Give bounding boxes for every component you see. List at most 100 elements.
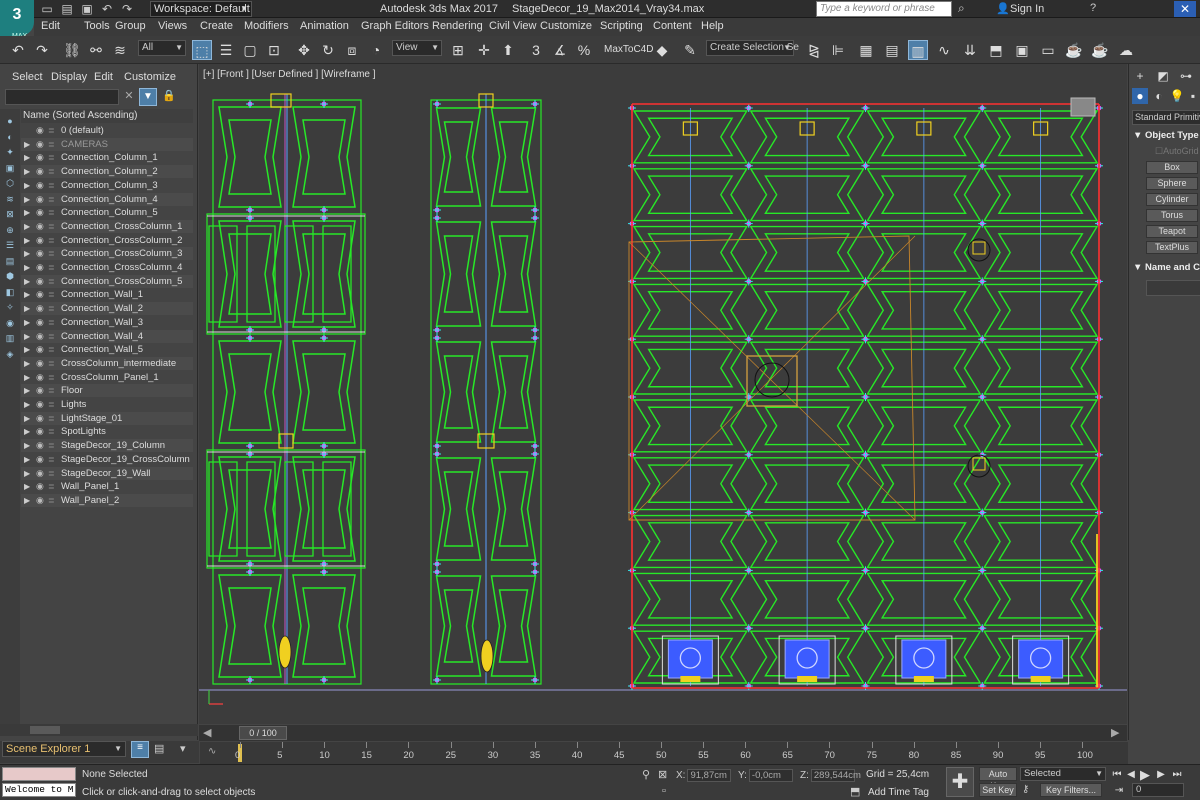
torus-button[interactable]: Torus	[1146, 209, 1198, 222]
layer-row[interactable]: ▶ ◉ ≣ Connection_CrossColumn_5	[21, 274, 193, 288]
visibility-eye-icon[interactable]: ◉	[36, 261, 44, 274]
layer-row[interactable]: ▶ ◉ ≣ Connection_Wall_5	[21, 343, 193, 356]
display-filter-icon[interactable]: ▥	[2, 332, 18, 344]
layer-row[interactable]: ▶ ◉ ≣ Connection_Wall_2	[21, 302, 193, 316]
visibility-eye-icon[interactable]: ◉	[36, 343, 44, 356]
visibility-eye-icon[interactable]: ◉	[36, 193, 44, 206]
percent-snap-icon[interactable]: %	[574, 40, 594, 60]
unlink-icon[interactable]: ⚯	[86, 40, 106, 60]
new-file-icon[interactable]: ▭	[38, 1, 56, 17]
menu-views[interactable]: Views	[158, 20, 187, 32]
align-icon[interactable]: ⊫	[828, 40, 848, 60]
display-filter-icon[interactable]: ◐	[2, 131, 18, 143]
visibility-eye-icon[interactable]: ◉	[36, 371, 44, 384]
maxscript-mini-listener[interactable]	[2, 767, 76, 781]
layer-explorer-toggle-icon[interactable]: ≡	[131, 741, 149, 758]
explorer-menu-icon[interactable]: ▾	[180, 742, 186, 755]
visibility-eye-icon[interactable]: ◉	[36, 316, 44, 329]
visibility-eye-icon[interactable]: ◉	[36, 412, 44, 425]
expand-arrow-icon[interactable]: ▶	[24, 302, 30, 315]
select-object-icon[interactable]: ⬚	[192, 40, 212, 60]
autogrid-checkbox[interactable]: ☐AutoGrid	[1155, 146, 1199, 157]
named-selection-dropdown[interactable]: Create Selection Se ▼	[706, 40, 799, 56]
search-input[interactable]: Type a keyword or phrase	[816, 1, 952, 17]
menu-customize[interactable]: Customize	[540, 20, 592, 32]
curve-editor-icon[interactable]: ∿	[934, 40, 954, 60]
layer-row[interactable]: ▶ ◉ ≣ Connection_CrossColumn_2	[21, 234, 193, 247]
expand-arrow-icon[interactable]: ▶	[24, 316, 30, 329]
filter-icon[interactable]: ▼	[139, 88, 157, 106]
viewport-label[interactable]: [+] [Front ] [User Defined ] [Wireframe …	[203, 69, 376, 80]
snap-toggle-icon[interactable]: 3	[526, 40, 546, 60]
display-filter-icon[interactable]: ◈	[2, 348, 18, 360]
maxtoc4d-label[interactable]: MaxToC4D	[604, 44, 653, 55]
layer-row[interactable]: ▶ ◉ ≣ CrossColumn_Panel_1	[21, 371, 193, 384]
layer-row[interactable]: ▶ ◉ ≣ Connection_Column_1	[21, 151, 193, 164]
expand-arrow-icon[interactable]: ▶	[24, 398, 30, 411]
expand-arrow-icon[interactable]: ▶	[24, 261, 30, 274]
textplus-button[interactable]: TextPlus	[1146, 241, 1198, 254]
open-file-icon[interactable]: ▤	[58, 1, 76, 17]
explorer-menu-customize[interactable]: Customize	[124, 71, 176, 83]
cameras-icon[interactable]: ▪	[1185, 88, 1200, 104]
visibility-eye-icon[interactable]: ◉	[36, 467, 44, 480]
object-explorer-toggle-icon[interactable]: ▤	[154, 742, 164, 755]
layer-row[interactable]: ▶ ◉ ≣ Connection_Column_5	[21, 206, 193, 219]
explorer-menu-select[interactable]: Select	[12, 71, 43, 83]
select-by-name-icon[interactable]: ☰	[216, 40, 236, 60]
time-slider[interactable]: ◀ 0 / 100 ▶	[199, 725, 1127, 741]
mirror-icon[interactable]: ⧎	[804, 40, 824, 60]
layer-row[interactable]: ▶ ◉ ≣ Floor	[21, 384, 193, 398]
visibility-eye-icon[interactable]: ◉	[36, 480, 44, 493]
expand-arrow-icon[interactable]: ▶	[24, 206, 30, 219]
reference-coordinate-dropdown[interactable]: View ▼	[392, 40, 442, 56]
display-filter-icon[interactable]: ◉	[2, 317, 18, 329]
expand-arrow-icon[interactable]: ▶	[24, 193, 30, 206]
visibility-eye-icon[interactable]: ◉	[36, 151, 44, 164]
link-icon[interactable]: ⛓	[62, 40, 82, 60]
keyboard-shortcut-icon[interactable]: ⬆	[498, 40, 518, 60]
menu-help[interactable]: Help	[701, 20, 724, 32]
render-iterative-icon[interactable]: ☕	[1090, 40, 1110, 60]
visibility-eye-icon[interactable]: ◉	[36, 234, 44, 247]
menu-animation[interactable]: Animation	[300, 20, 349, 32]
lights-icon[interactable]: 💡	[1169, 88, 1185, 104]
scene-explorer-dropdown[interactable]: Scene Explorer 1 ▼	[2, 741, 126, 757]
redo-quick-icon[interactable]: ↷	[118, 1, 136, 17]
selection-lock-icon[interactable]: ⊠	[658, 768, 667, 781]
display-filter-icon[interactable]: ✦	[2, 146, 18, 158]
set-key-button[interactable]: Set Key	[979, 783, 1017, 797]
name-column-header[interactable]: Name (Sorted Ascending)	[21, 109, 193, 123]
layer-row[interactable]: ▶ ◉ ≣ Wall_Panel_2	[21, 493, 193, 507]
expand-arrow-icon[interactable]: ▶	[24, 371, 30, 384]
layer-row[interactable]: ▶ ◉ ≣ Connection_CrossColumn_3	[21, 247, 193, 261]
expand-arrow-icon[interactable]: ▶	[24, 247, 30, 260]
isolate-selection-icon[interactable]: ⚲	[642, 768, 650, 781]
visibility-eye-icon[interactable]: ◉	[36, 179, 44, 192]
curve-editor-mini-icon[interactable]: ∿	[208, 746, 216, 757]
primitive-type-dropdown[interactable]: Standard Primitives	[1132, 110, 1200, 125]
layer-row[interactable]: ◉ ≣ 0 (default)	[21, 124, 193, 137]
expand-arrow-icon[interactable]: ▶	[24, 425, 30, 438]
expand-arrow-icon[interactable]: ▶	[24, 330, 30, 343]
lock-icon[interactable]: 🔒	[162, 89, 176, 102]
layer-row[interactable]: ▶ ◉ ≣ StageDecor_19_Column	[21, 439, 193, 453]
maxscript-listener-input[interactable]: Welcome to M	[2, 783, 76, 797]
visibility-eye-icon[interactable]: ◉	[36, 384, 44, 397]
current-frame-spinner[interactable]: 0	[1132, 783, 1184, 797]
layer-row[interactable]: ▶ ◉ ≣ Connection_Wall_1	[21, 288, 193, 301]
display-filter-icon[interactable]: ✧	[2, 301, 18, 313]
key-mode-icon[interactable]: ⚷	[1022, 784, 1029, 795]
close-button[interactable]: ✕	[1174, 1, 1196, 17]
expand-arrow-icon[interactable]: ▶	[24, 179, 30, 192]
layer-row[interactable]: ▶ ◉ ≣ Wall_Panel_1	[21, 480, 193, 493]
geometry-icon[interactable]: ●	[1132, 88, 1148, 104]
viewport-canvas[interactable]	[199, 64, 1127, 724]
window-crossing-icon[interactable]: ⊡	[264, 40, 284, 60]
display-filter-icon[interactable]: ▣	[2, 162, 18, 174]
key-selection-dropdown[interactable]: Selected ▼	[1020, 767, 1106, 781]
render-production-icon[interactable]: ☕	[1064, 40, 1084, 60]
clear-search-icon[interactable]: ✕	[122, 89, 136, 105]
y-value-field[interactable]: -0,0cm	[748, 769, 793, 782]
play-icon[interactable]: ▶	[1138, 768, 1152, 782]
